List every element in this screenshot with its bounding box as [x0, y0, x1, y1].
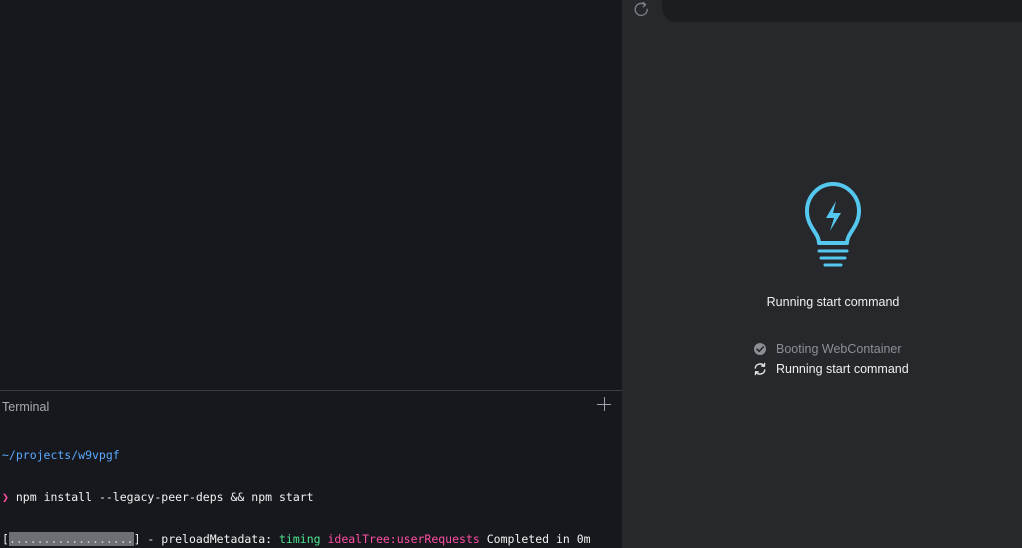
editor-area [0, 0, 622, 390]
terminal-command-line: ❯ npm install --legacy-peer-deps && npm … [2, 490, 591, 504]
preview-url-bar[interactable] [662, 0, 1022, 22]
terminal-output[interactable]: ~/projects/w9vpgf ❯ npm install --legacy… [2, 420, 591, 548]
terminal-panel[interactable]: Terminal ~/projects/w9vpgf ❯ npm install… [0, 390, 622, 548]
preview-status-title: Running start command [766, 295, 900, 309]
timing-result: Completed in 0m [486, 532, 591, 546]
workspace-panel: Terminal ~/projects/w9vpgf ❯ npm install… [0, 0, 622, 548]
terminal-progress-line: [..................] - preloadMetadata: … [2, 532, 591, 546]
progress-open: [ [2, 532, 9, 546]
terminal-header: Terminal [0, 391, 622, 421]
terminal-command: npm install --legacy-peer-deps && npm st… [15, 490, 314, 504]
step-label: Running start command [776, 362, 909, 376]
step-booting-webcontainer: Booting WebContainer [753, 341, 909, 361]
check-circle-icon [753, 342, 767, 356]
progress-close: ] [133, 532, 141, 546]
refresh-icon [753, 362, 767, 376]
progress-stage: preloadMetadata: [161, 532, 273, 546]
step-label: Booting WebContainer [776, 342, 902, 356]
plus-icon[interactable] [596, 396, 614, 414]
preview-panel: Running start command Booting WebContain… [622, 0, 1022, 548]
timing-target: idealTree:userRequests [327, 532, 480, 546]
boot-steps: Booting WebContainer Running start comma… [753, 341, 909, 381]
prompt-symbol: ❯ [2, 490, 9, 504]
progress-bar: .................. [8, 532, 134, 546]
step-running-start-command: Running start command [753, 361, 909, 381]
lightbulb-bolt-icon [803, 181, 863, 273]
progress-separator: - [140, 532, 162, 546]
timing-word: timing [279, 532, 321, 546]
terminal-cwd: ~/projects/w9vpgf [2, 448, 120, 462]
terminal-title: Terminal [2, 400, 50, 414]
reload-icon[interactable] [632, 0, 652, 20]
